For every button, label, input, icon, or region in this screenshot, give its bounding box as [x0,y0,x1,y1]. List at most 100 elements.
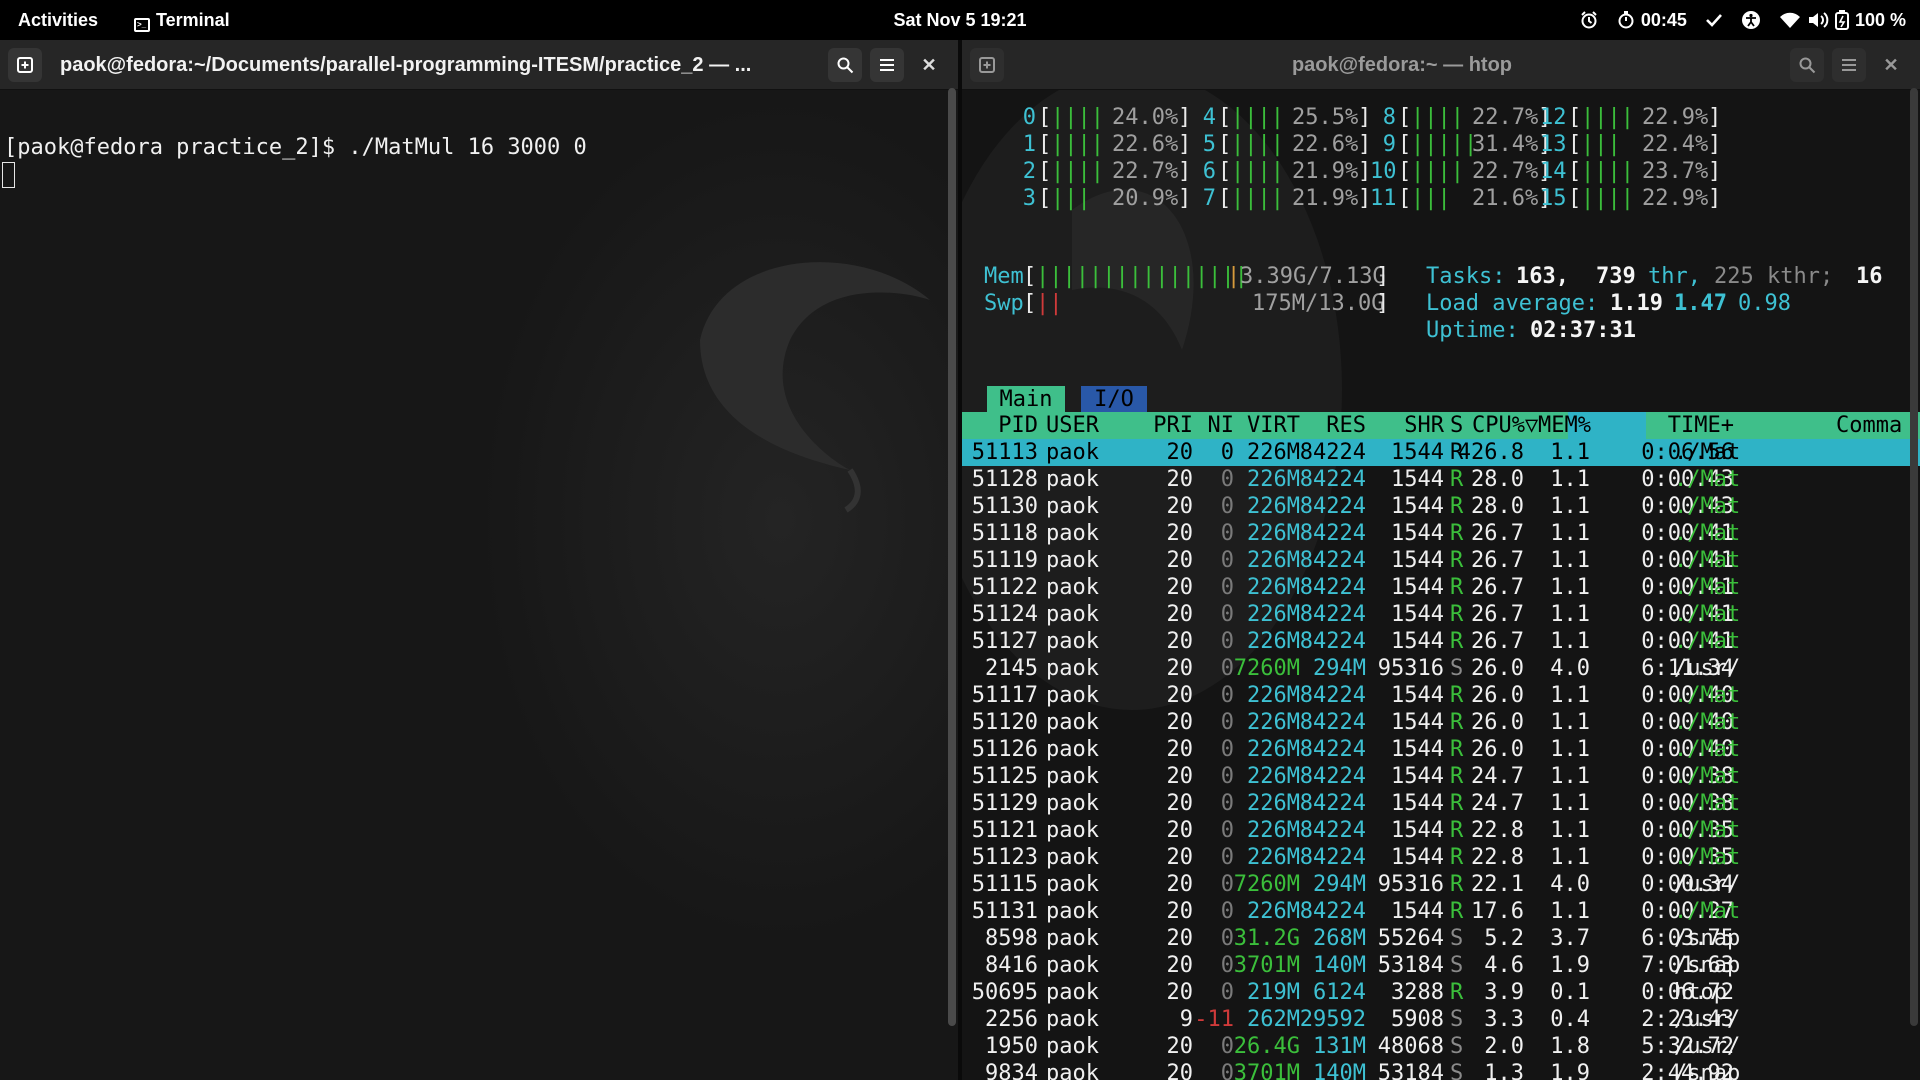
cell-user: paok [1046,764,1099,789]
process-row[interactable]: 51118 paok 20 0 226M 84224 1544 R 26.7 1.1 0:00.41… [962,520,1920,547]
tab-main[interactable]: Main [987,386,1065,413]
accessibility-icon[interactable] [1741,10,1761,30]
col-res[interactable]: RES [1326,412,1366,439]
cell-pri: 20 [1166,899,1194,924]
window-title: paok@fedora:~/Documents/parallel-program… [60,54,752,76]
col-mem[interactable]: MEM% [1538,412,1591,439]
cell-s: R [1450,548,1464,573]
menu-button-right[interactable] [1832,48,1866,82]
process-row[interactable]: 1950 paok 20 0 26.4G 131M 48068 S 2.0 1.8 5:32.72/… [962,1033,1920,1060]
cell-ni: 0 [1220,980,1234,1005]
process-row[interactable]: 8416 paok 20 0 3701M 140M 53184 S 4.6 1.9 7:01.63/… [962,952,1920,979]
process-row[interactable]: 9834 paok 20 0 3701M 140M 53184 S 1.3 1.9 2:44.92/… [962,1060,1920,1080]
cell-cpu: 26.0 [1471,656,1524,681]
process-row[interactable]: 51123 paok 20 0 226M 84224 1544 R 22.8 1.1 0:00.35… [962,844,1920,871]
cell-cmd: ./Mat [1674,683,1741,708]
col-command[interactable]: Comma [1836,412,1902,439]
cell-ni: 0 [1220,1061,1234,1080]
cpu-id: 13 [1540,132,1567,157]
cell-pid: 51122 [971,575,1038,600]
process-row[interactable]: 2145 paok 20 0 7260M 294M 95316 S 26.0 4.0 6:11.34… [962,655,1920,682]
search-icon [837,57,854,74]
cell-mem: 1.1 [1550,764,1590,789]
process-row[interactable]: 2256 paok 9 -11 262M 29592 5908 S 3.3 0.4 2:23.43/… [962,1006,1920,1033]
cell-res: 268M [1313,926,1366,951]
terminal-window-htop[interactable]: paok@fedora:~ — htop ✕ 0[|||| 24.0%] 1[|||… [962,40,1920,1080]
cpu-id: 15 [1540,186,1567,211]
cell-s: R [1450,791,1464,816]
cell-mem: 1.1 [1550,737,1590,762]
process-row[interactable]: 51124 paok 20 0 226M 84224 1544 R 26.7 1.1 0:00.41… [962,601,1920,628]
new-tab-button[interactable] [8,48,42,82]
cell-virt: 226M [1247,899,1300,924]
checkmark-icon[interactable] [1705,11,1723,29]
cpu-meter: 13[||| 22.4%] [962,131,1920,158]
col-user[interactable]: USER [1046,412,1099,439]
close-button-right[interactable]: ✕ [1874,48,1908,82]
process-row[interactable]: 51122 paok 20 0 226M 84224 1544 R 26.7 1.1 0:00.41… [962,574,1920,601]
process-row[interactable]: 51129 paok 20 0 226M 84224 1544 R 24.7 1.1 0:00.38… [962,790,1920,817]
process-row[interactable]: 51126 paok 20 0 226M 84224 1544 R 26.0 1.1 0:00.40… [962,736,1920,763]
meter-bracket: ] [1708,132,1722,157]
col-time[interactable]: TIME+ [1668,412,1734,439]
cell-cpu: 24.7 [1471,791,1524,816]
cell-virt: 226M [1247,818,1300,843]
col-pri[interactable]: PRI [1153,412,1193,439]
new-tab-icon [979,57,995,73]
process-row-selected[interactable]: 51113 paok 20 0 226M 84224 1544 R 426.8 1.1 0:06.5… [962,439,1920,466]
meter-bracket: [ [1568,186,1582,211]
cell-cpu: 26.0 [1471,737,1524,762]
cpu-id: 12 [1540,105,1567,130]
col-pid[interactable]: PID [998,412,1038,439]
process-row[interactable]: 8598 paok 20 0 31.2G 268M 55264 S 5.2 3.7 6:03.75/… [962,925,1920,952]
timer-indicator[interactable]: 00:45 [1617,0,1687,40]
cell-shr: 3288 [1391,980,1444,1005]
col-shr[interactable]: SHR [1404,412,1444,439]
process-row[interactable]: 51130 paok 20 0 226M 84224 1544 R 28.0 1.1 0:00.43… [962,493,1920,520]
process-row[interactable]: 51119 paok 20 0 226M 84224 1544 R 26.7 1.1 0:00.41… [962,547,1920,574]
process-row[interactable]: 51115 paok 20 0 7260M 294M 95316 R 22.1 4.0 0:00.3… [962,871,1920,898]
cell-shr: 1544 [1391,575,1444,600]
cell-user: paok [1046,980,1099,1005]
htop-screen[interactable]: 0[|||| 24.0%] 1[|||| 22.6%] 2[|||| 22.7%] 3[||… [962,90,1920,1080]
terminal-window-left[interactable]: paok@fedora:~/Documents/parallel-program… [0,40,958,1080]
cell-pid: 51124 [971,602,1038,627]
cell-pid: 1950 [985,1034,1038,1059]
col-cpu[interactable]: CPU%▽ [1472,412,1538,439]
tab-io[interactable]: I/O [1081,386,1147,413]
terminal-area-left[interactable]: [paok@fedora practice_2]$ ./MatMul 16 30… [0,90,958,1080]
cell-s: R [1450,845,1464,870]
cell-cmd: ./Mat [1674,791,1741,816]
cell-user: paok [1046,656,1099,681]
process-row[interactable]: 51117 paok 20 0 226M 84224 1544 R 26.0 1.1 0:00.40… [962,682,1920,709]
process-row[interactable]: 51125 paok 20 0 226M 84224 1544 R 24.7 1.1 0:00.38… [962,763,1920,790]
process-row[interactable]: 51121 paok 20 0 226M 84224 1544 R 22.8 1.1 0:00.35… [962,817,1920,844]
close-button[interactable]: ✕ [912,48,946,82]
new-tab-button-right[interactable] [970,48,1004,82]
process-row[interactable]: 51131 paok 20 0 226M 84224 1544 R 17.6 1.1 0:00.27… [962,898,1920,925]
cell-virt: 7260M [1233,872,1300,897]
cell-pri: 20 [1166,953,1194,978]
menu-button[interactable] [870,48,904,82]
process-row[interactable]: 51120 paok 20 0 226M 84224 1544 R 26.0 1.1 0:00.40… [962,709,1920,736]
scrollbar-right[interactable] [1910,88,1918,1026]
col-ni[interactable]: NI [1208,412,1235,439]
search-button-right[interactable] [1790,48,1824,82]
cell-ni: 0 [1220,440,1234,465]
scrollbar-left[interactable] [948,88,956,1026]
cell-virt: 226M [1247,467,1300,492]
alarm-clock-icon[interactable] [1579,10,1599,30]
uptime-line: Uptime: 02:37:31 [1426,318,1636,343]
process-row[interactable]: 51128 paok 20 0 226M 84224 1544 R 28.0 1.1 0:00.43… [962,466,1920,493]
search-button[interactable] [828,48,862,82]
cell-cpu: 26.7 [1471,602,1524,627]
process-row[interactable]: 51127 paok 20 0 226M 84224 1544 R 26.7 1.1 0:00.41… [962,628,1920,655]
system-tray[interactable]: 00:45 100 % [1579,0,1906,40]
process-row[interactable]: 50695 paok 20 0 219M 6124 3288 R 3.9 0.1 0:06.72 ht… [962,979,1920,1006]
col-state[interactable]: S [1450,412,1463,439]
cell-mem: 1.8 [1550,1034,1590,1059]
col-virt[interactable]: VIRT [1247,412,1300,439]
cell-user: paok [1046,926,1099,951]
cpu-bars: |||| [1581,186,1634,211]
status-indicators[interactable]: 100 % [1779,0,1906,40]
